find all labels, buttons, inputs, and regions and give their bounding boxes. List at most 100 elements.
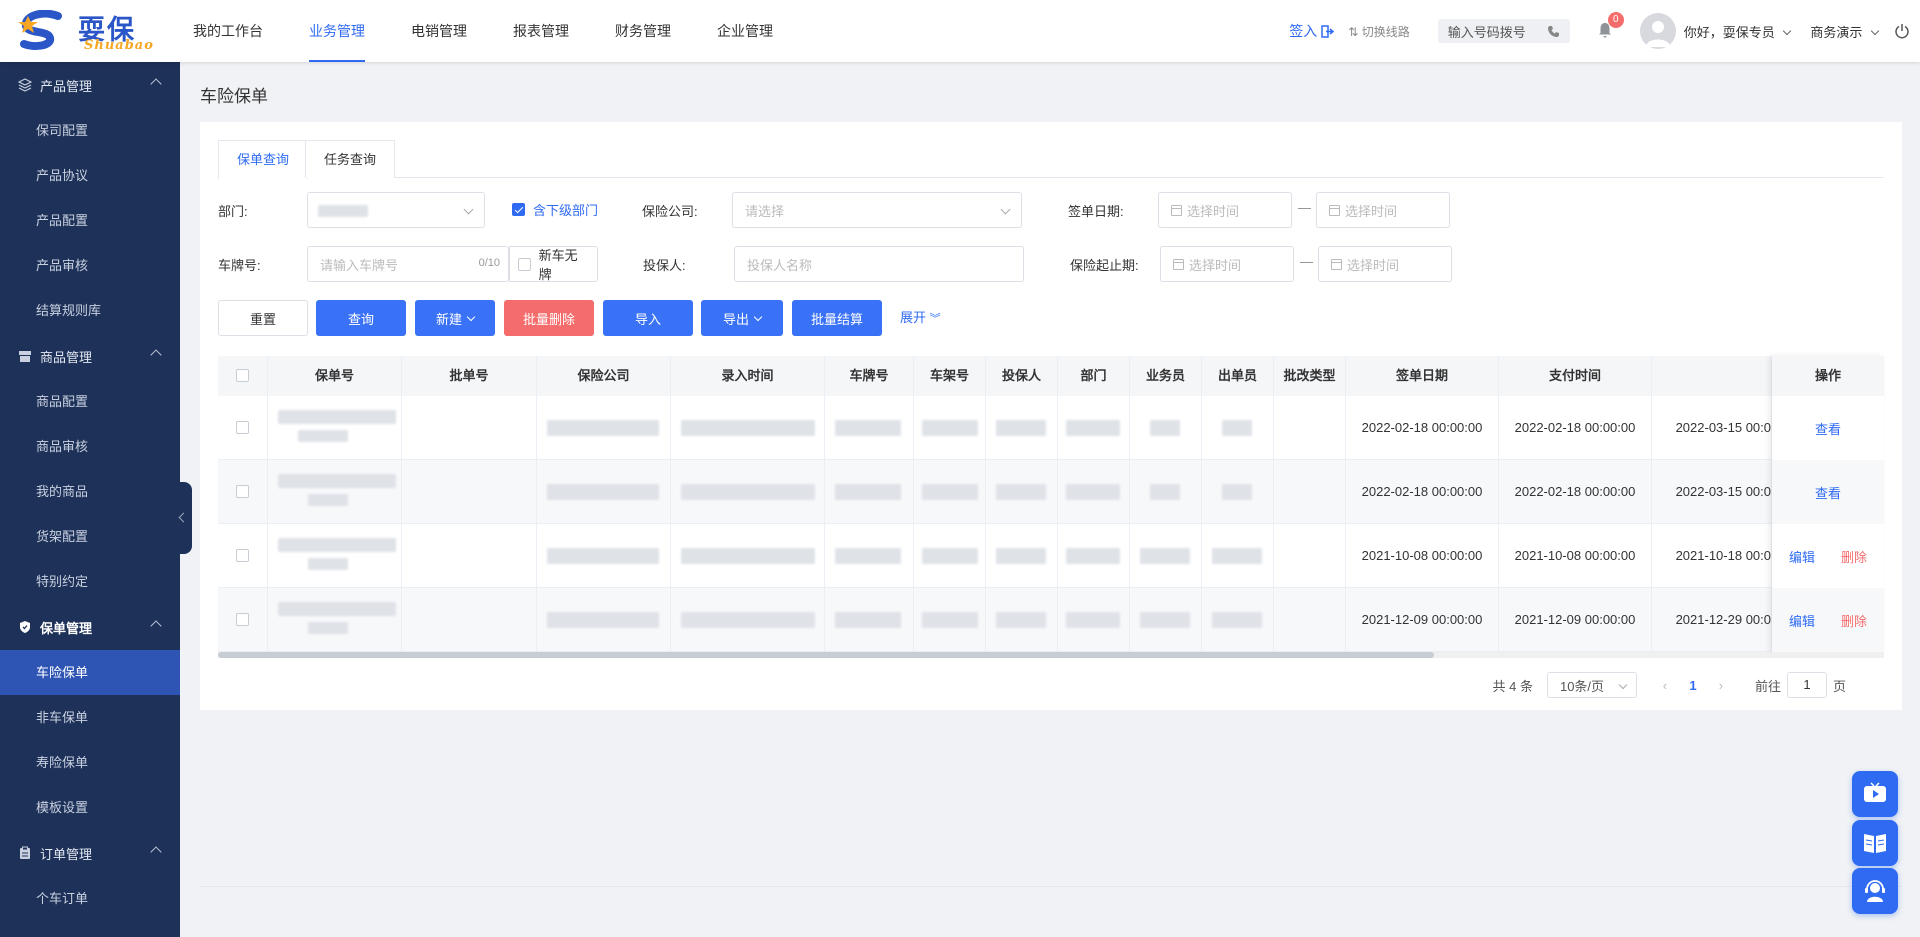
chevron-down-icon (463, 204, 474, 215)
row-ops: 查看 (1772, 396, 1884, 460)
customer-service-button[interactable] (1852, 868, 1898, 914)
row-checkbox[interactable] (236, 613, 249, 626)
notification-bell[interactable]: 0 (1596, 12, 1624, 41)
view-link[interactable]: 查看 (1815, 483, 1841, 502)
main-nav: 我的工作台 业务管理 电销管理 报表管理 财务管理 企业管理 (170, 0, 796, 62)
col-department: 部门 (1058, 356, 1130, 396)
row-checkbox[interactable] (236, 549, 249, 562)
edit-link[interactable]: 编辑 (1789, 547, 1815, 566)
sidebar-item-special-terms[interactable]: 特别约定 (0, 559, 180, 604)
select-all-checkbox[interactable] (236, 369, 249, 382)
company-switch[interactable]: 商务演示 (1810, 22, 1880, 41)
sidebar-item-goods-config[interactable]: 商品配置 (0, 379, 180, 424)
dial-input[interactable]: 输入号码拨号 (1437, 19, 1570, 43)
scrollbar-thumb[interactable] (218, 652, 1434, 658)
tab-policy-query[interactable]: 保单查询 (218, 140, 309, 179)
nav-reports[interactable]: 报表管理 (490, 0, 592, 62)
page-number[interactable]: 1 (1673, 678, 1713, 693)
table-row[interactable]: 2021-12-09 00:00:00 2021-12-09 00:00:00 … (218, 588, 1884, 652)
new-button[interactable]: 新建 (415, 300, 495, 336)
top-bar: 耍保 Shuabao 我的工作台 业务管理 电销管理 报表管理 财务管理 企业管… (0, 0, 1920, 62)
avatar[interactable] (1639, 13, 1676, 49)
sidebar-item-non-auto-policy[interactable]: 非车保单 (0, 695, 180, 740)
video-tutorial-button[interactable] (1852, 771, 1898, 817)
sidebar-item-template-settings[interactable]: 模板设置 (0, 785, 180, 830)
sidebar-item-auto-policy[interactable]: 车险保单 (0, 650, 180, 695)
sidebar-item-personal-auto-orders[interactable]: 个车订单 (0, 876, 180, 921)
plate-label: 车牌号: (218, 258, 261, 273)
user-guide-button[interactable] (1852, 820, 1898, 866)
switch-line-button[interactable]: ⇅ 切换线路 (1348, 23, 1409, 40)
search-button[interactable]: 查询 (316, 300, 406, 336)
user-menu[interactable]: 你好，耍保专员 (1683, 22, 1792, 41)
row-checkbox[interactable] (236, 421, 249, 434)
sign-date-cell: 2022-02-18 00:00:00 (1346, 460, 1499, 524)
book-icon (1864, 834, 1886, 853)
sidebar-item-life-policy[interactable]: 寿险保单 (0, 740, 180, 785)
sidebar-item-product-review[interactable]: 产品审核 (0, 243, 180, 288)
table-row[interactable]: 2021-10-08 00:00:00 2021-10-08 00:00:00 … (218, 524, 1884, 588)
new-car-no-plate-checkbox[interactable]: 新车无牌 (509, 246, 598, 282)
signin-button[interactable]: 签入 (1289, 21, 1335, 41)
dept-select[interactable] (307, 192, 485, 228)
power-icon[interactable] (1894, 23, 1910, 39)
period-end-input[interactable]: 选择时间 (1318, 246, 1452, 282)
sidebar-item-product-agreement[interactable]: 产品协议 (0, 153, 180, 198)
sidebar-collapse-toggle[interactable] (178, 482, 192, 554)
sidebar-item-goods-review[interactable]: 商品审核 (0, 424, 180, 469)
page-size-select[interactable]: 10条/页 (1546, 672, 1637, 698)
table-row[interactable]: 2022-02-18 00:00:00 2022-02-18 00:00:00 … (218, 460, 1884, 524)
goto-prefix: 前往 (1754, 678, 1781, 694)
tab-task-query[interactable]: 任务查询 (305, 140, 396, 178)
policyholder-input[interactable]: 投保人名称 (734, 246, 1024, 282)
period-start-input[interactable]: 选择时间 (1160, 246, 1294, 282)
sidebar-item-settlement-rules[interactable]: 结算规则库 (0, 288, 180, 333)
view-link[interactable]: 查看 (1815, 419, 1841, 438)
sign-date-end-input[interactable]: 选择时间 (1316, 192, 1450, 228)
goto-page-input[interactable]: 1 (1786, 672, 1827, 698)
date-placeholder: 选择时间 (1347, 257, 1400, 273)
clipboard-icon (20, 846, 30, 859)
table-row[interactable]: 2022-02-18 00:00:00 2022-02-18 00:00:00 … (218, 396, 1884, 460)
table-horizontal-scrollbar[interactable] (218, 652, 1884, 658)
sidebar-item-my-goods[interactable]: 我的商品 (0, 469, 180, 514)
edit-link[interactable]: 编辑 (1789, 611, 1815, 630)
nav-finance[interactable]: 财务管理 (592, 0, 694, 62)
next-page-icon[interactable]: › (1713, 678, 1729, 693)
reset-button[interactable]: 重置 (218, 300, 308, 336)
sidebar-group-goods[interactable]: 商品管理 (0, 333, 180, 379)
batch-settle-button[interactable]: 批量结算 (792, 300, 882, 336)
switch-line-label: 切换线路 (1361, 24, 1410, 39)
sidebar-item-insurer-config[interactable]: 保司配置 (0, 108, 180, 153)
nav-workbench[interactable]: 我的工作台 (170, 0, 286, 62)
expand-filters-link[interactable]: 展开 ︾ (900, 300, 941, 336)
date-range-separator: — (1300, 254, 1313, 269)
sidebar-item-product-config[interactable]: 产品配置 (0, 198, 180, 243)
sidebar-item-shelf-config[interactable]: 货架配置 (0, 514, 180, 559)
sidebar-group-products[interactable]: 产品管理 (0, 62, 180, 108)
batch-delete-button[interactable]: 批量删除 (504, 300, 594, 336)
delete-link[interactable]: 删除 (1841, 547, 1867, 566)
plate-input[interactable]: 请输入车牌号 0/10 (307, 246, 509, 282)
app-logo[interactable]: 耍保 Shuabao (18, 8, 164, 54)
export-button[interactable]: 导出 (701, 300, 783, 336)
insurer-select[interactable]: 请选择 (732, 192, 1022, 228)
sidebar-group-policies[interactable]: 保单管理 (0, 604, 180, 650)
col-issuer: 出单员 (1202, 356, 1274, 396)
sign-date-start-input[interactable]: 选择时间 (1158, 192, 1292, 228)
import-button[interactable]: 导入 (603, 300, 693, 336)
plate-char-counter: 0/10 (478, 257, 500, 269)
include-sub-dept-checkbox[interactable]: 含下级部门 (512, 200, 598, 219)
nav-telesales[interactable]: 电销管理 (388, 0, 490, 62)
prev-page-icon[interactable]: ‹ (1657, 678, 1673, 693)
sidebar-group-orders[interactable]: 订单管理 (0, 830, 180, 876)
nav-business[interactable]: 业务管理 (286, 0, 388, 62)
sign-date-cell: 2022-02-18 00:00:00 (1346, 396, 1499, 460)
delete-link[interactable]: 删除 (1841, 611, 1867, 630)
col-pay-time: 支付时间 (1499, 356, 1652, 396)
user-greeting: 你好，耍保专员 (1683, 24, 1775, 40)
row-checkbox[interactable] (236, 485, 249, 498)
nav-enterprise[interactable]: 企业管理 (694, 0, 796, 62)
phone-icon[interactable] (1547, 25, 1560, 38)
shield-icon (20, 621, 30, 633)
